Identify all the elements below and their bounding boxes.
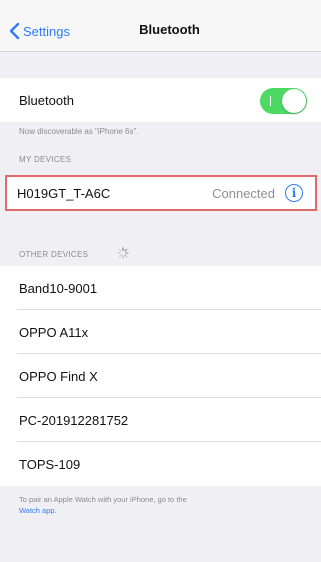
my-devices-header: MY DEVICES <box>19 155 72 164</box>
page-title-text: Bluetooth <box>139 22 200 37</box>
other-device-row[interactable]: PC-201912281752 <box>0 398 321 442</box>
other-device-name: OPPO A11x <box>19 324 89 340</box>
other-device-row[interactable]: Band10-9001 <box>0 266 321 310</box>
bluetooth-toggle[interactable] <box>260 88 307 114</box>
watch-app-link[interactable]: Watch app. <box>19 506 57 515</box>
other-device-row[interactable]: OPPO Find X <box>0 354 321 398</box>
bluetooth-row: Bluetooth <box>0 78 321 122</box>
toggle-knob <box>282 89 306 113</box>
apple-watch-note: To pair an Apple Watch with your iPhone,… <box>19 494 299 516</box>
info-icon[interactable]: i <box>285 184 303 202</box>
navigation-bar: Settings Bluetooth <box>0 8 321 52</box>
other-device-row[interactable]: OPPO A11x <box>0 310 321 354</box>
other-device-row[interactable]: TOPS-109 <box>0 442 321 486</box>
other-device-name: PC-201912281752 <box>19 412 129 428</box>
bluetooth-label: Bluetooth <box>19 92 74 108</box>
apple-watch-note-text: To pair an Apple Watch with your iPhone,… <box>19 495 187 504</box>
my-device-name: H019GT_T-A6C <box>17 185 111 201</box>
other-device-name: Band10-9001 <box>19 280 98 296</box>
connection-status: Connected <box>212 185 275 201</box>
other-device-name: OPPO Find X <box>19 368 98 384</box>
discoverable-caption: Now discoverable as "iPhone 6s". <box>19 127 139 136</box>
my-device-row[interactable]: H019GT_T-A6C Connected i <box>5 175 317 211</box>
loading-spinner-icon <box>117 247 129 259</box>
status-bar <box>0 0 321 8</box>
other-devices-header: OTHER DEVICES <box>19 250 89 259</box>
other-device-name: TOPS-109 <box>19 456 81 472</box>
toggle-on-mark <box>270 96 271 106</box>
page-title: Bluetooth <box>0 22 321 37</box>
